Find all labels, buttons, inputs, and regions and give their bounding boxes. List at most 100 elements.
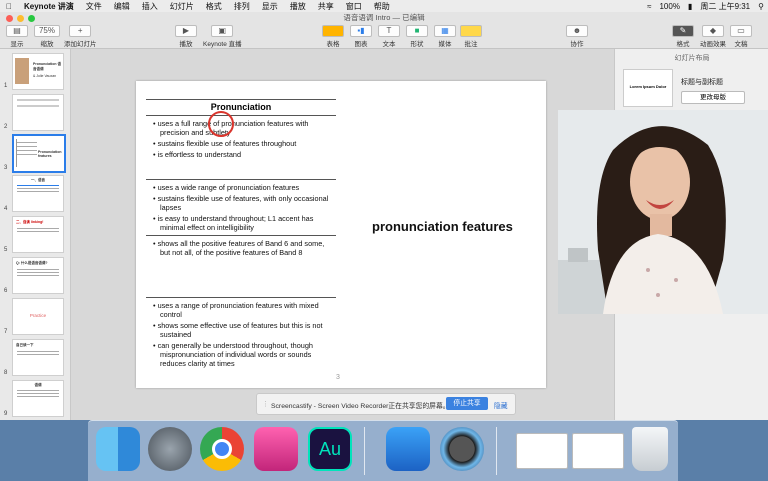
table-label: 表格 (326, 41, 340, 48)
slide-thumb-7[interactable]: Practice (12, 298, 64, 335)
menu-view[interactable]: 显示 (256, 1, 284, 12)
bullet: • uses a range of pronunciation features… (153, 301, 319, 319)
slide-number: 2 (4, 124, 8, 130)
comment-button[interactable]: 批注 (460, 25, 482, 48)
wifi-icon[interactable]: ≈ (643, 2, 655, 11)
window-thumb-1[interactable] (516, 433, 568, 469)
zoom-window-button[interactable] (28, 15, 35, 22)
play-label: 播放 (179, 41, 193, 48)
shape-label: 形状 (410, 41, 424, 48)
chart-button[interactable]: ▪▮ 图表 (350, 25, 372, 48)
chrome-icon[interactable] (200, 427, 244, 471)
search-icon[interactable]: ⚲ (754, 2, 768, 11)
media-label: 媒体 (438, 41, 452, 48)
band-9-cell[interactable]: Pronunciation • uses a full range of pro… (146, 99, 336, 161)
finder-icon[interactable] (96, 427, 140, 471)
bullet: • uses a wide range of pronunciation fea… (153, 183, 300, 192)
display-button[interactable]: ▤ 显示 (6, 25, 28, 48)
slide-thumb-9[interactable]: 语调 (12, 380, 64, 417)
slide-thumb-5[interactable]: 二、连读 linking! (12, 216, 64, 253)
layout-thumb-text: Lorem Ipsum Dolor (629, 84, 667, 89)
screen-share-banner: ⋮ Screencastify - Screen Video Recorder正… (256, 393, 516, 415)
document-icon: ▭ (730, 25, 752, 37)
media-button[interactable]: ▦ 媒体 (434, 25, 456, 48)
slide-thumb-1[interactable]: Pronunciation 语音语调 & Jolie Vauxan (12, 53, 64, 90)
format-tab[interactable]: ✎ 格式 (672, 25, 694, 48)
trash-icon[interactable] (632, 427, 668, 471)
slide-thumb-3[interactable]: Pronunciation features (12, 134, 66, 173)
clock[interactable]: 周二 上午9:31 (696, 1, 754, 12)
close-window-button[interactable] (6, 15, 13, 22)
menu-help[interactable]: 帮助 (368, 1, 396, 12)
slide-thumb-6[interactable]: Q: 什么是语音语调? (12, 257, 64, 294)
add-slide-button[interactable]: + 添加幻灯片 (64, 25, 97, 48)
menu-edit[interactable]: 编辑 (108, 1, 136, 12)
band-8-cell[interactable]: • uses a wide range of pronunciation fea… (146, 179, 336, 234)
zoom-button[interactable]: 75% 缩放 (34, 25, 60, 48)
window-thumb-2[interactable] (572, 433, 624, 469)
battery-icon[interactable]: ▮ (684, 2, 696, 11)
animate-tab[interactable]: ◆ 动画效果 (700, 25, 726, 48)
keynote-live-button[interactable]: ▣ Keynote 直播 (203, 25, 242, 48)
comment-label: 批注 (464, 41, 478, 48)
layout-thumbnail[interactable]: Lorem Ipsum Dolor (623, 69, 673, 107)
minimize-window-button[interactable] (17, 15, 24, 22)
change-master-button[interactable]: 更改母版 (681, 91, 745, 104)
share-message: Screencastify - Screen Video Recorder正在共… (271, 403, 450, 410)
thumb-title: 二、连读 linking! (16, 220, 44, 224)
menu-window[interactable]: 窗口 (340, 1, 368, 12)
apple-menu-icon[interactable]:  (0, 2, 18, 11)
menu-file[interactable]: 文件 (80, 1, 108, 12)
menu-slide[interactable]: 幻灯片 (164, 1, 200, 12)
slide-number: 3 (4, 165, 8, 171)
drag-handle-icon[interactable]: ⋮ (262, 400, 269, 408)
page-number: 3 (336, 374, 340, 381)
menu-play[interactable]: 播放 (284, 1, 312, 12)
collaborate-button[interactable]: ☻ 协作 (566, 25, 588, 48)
quicktime-icon[interactable] (440, 427, 484, 471)
band-7-cell[interactable]: • shows all the positive features of Ban… (146, 235, 336, 259)
slide-thumb-4[interactable]: 一、语音 (12, 175, 64, 212)
slide-number: 9 (4, 411, 8, 417)
slide-thumb-2[interactable] (12, 94, 64, 131)
webcam-overlay[interactable] (558, 110, 768, 314)
thumb-title: 一、语音 (31, 178, 45, 182)
hide-button[interactable]: 隐藏 (494, 400, 508, 410)
menu-insert[interactable]: 插入 (136, 1, 164, 12)
bullet: • is easy to understand throughout; L1 a… (153, 214, 314, 232)
band-6-cell[interactable]: • uses a range of pronunciation features… (146, 297, 336, 370)
text-button[interactable]: T 文本 (378, 25, 400, 48)
annotation-circle (208, 111, 234, 137)
battery-percent[interactable]: 100% (655, 2, 683, 11)
document-tab[interactable]: ▭ 文稿 (730, 25, 752, 48)
animate-icon: ◆ (702, 25, 724, 37)
launchpad-icon[interactable] (148, 427, 192, 471)
cleanmymac-icon[interactable] (254, 427, 298, 471)
table-button[interactable]: 表格 (322, 25, 344, 48)
menu-app-keynote[interactable]: Keynote 讲演 (18, 1, 80, 12)
keynote-live-icon: ▣ (211, 25, 234, 37)
audition-icon[interactable]: Au (308, 427, 352, 471)
play-icon: ▶ (175, 25, 197, 37)
format-brush-icon: ✎ (672, 25, 694, 37)
stop-sharing-button[interactable]: 停止共享 (446, 397, 488, 410)
window-title-bar: 语音语调 Intro — 已编辑 (0, 12, 768, 24)
thumb-subtitle: Pronunciation features (38, 150, 62, 158)
sidebar-icon: ▤ (6, 25, 28, 37)
zoom-value: 75% (34, 25, 60, 37)
side-text[interactable]: pronunciation features (372, 219, 513, 234)
plus-icon: + (69, 25, 92, 37)
shape-button[interactable]: ■ 形状 (406, 25, 428, 48)
slide-thumb-8[interactable]: 自己读一下 (12, 339, 64, 376)
table-icon (322, 25, 344, 37)
keynote-icon[interactable] (386, 427, 430, 471)
slide-navigator: 1 Pronunciation 语音语调 & Jolie Vauxan 2 3 … (0, 49, 71, 420)
menu-share[interactable]: 共享 (312, 1, 340, 12)
thumb-subtitle: & Jolie Vauxan (33, 74, 57, 78)
slide[interactable]: Pronunciation • uses a full range of pro… (136, 81, 546, 388)
menu-format[interactable]: 格式 (200, 1, 228, 12)
play-button[interactable]: ▶ 播放 (175, 25, 197, 48)
menu-arrange[interactable]: 排列 (228, 1, 256, 12)
dock: Au (88, 420, 678, 481)
webcam-video (558, 110, 768, 314)
